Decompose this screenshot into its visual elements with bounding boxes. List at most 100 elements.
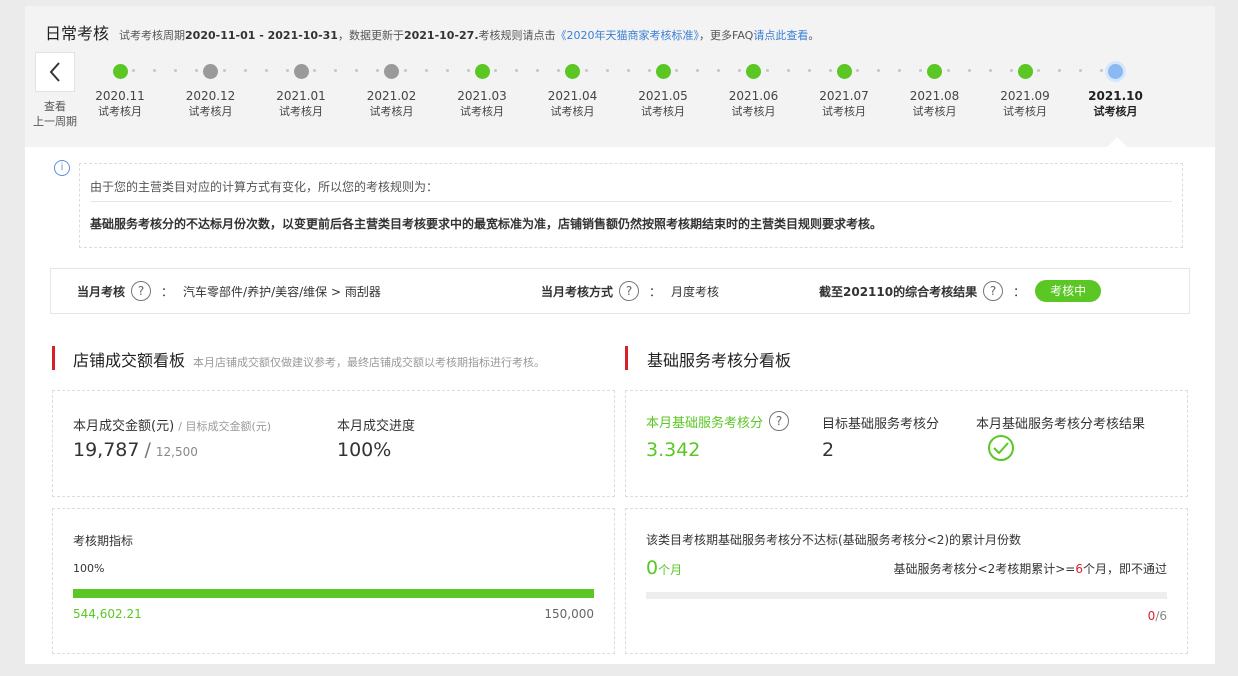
method-label: 当月考核方式 — [541, 284, 614, 299]
summary-bar: 当月考核 ? ： 汽车零部件/养护/美容/维保 > 雨刮器 当月考核方式 ? ：… — [50, 268, 1190, 314]
status-dot — [565, 64, 580, 79]
period-progress-bar — [73, 589, 594, 598]
status-dot — [384, 64, 399, 79]
fail-progress-bar — [646, 592, 1167, 599]
status-dot — [927, 64, 942, 79]
period-range: 2020-11-01 - 2021-10-31 — [185, 29, 338, 42]
timeline-month[interactable]: 2021.10 试考核月 — [1081, 64, 1151, 120]
fail-counter: 0/6 — [1147, 609, 1167, 623]
faq-text: ，更多FAQ — [699, 29, 754, 42]
timeline-month-label: 2021.02 — [366, 89, 417, 103]
status-dot — [203, 64, 218, 79]
status-dot — [1017, 64, 1033, 79]
question-circle-icon[interactable]: ? — [131, 281, 152, 301]
progress-label: 本月成交进度 — [337, 419, 416, 434]
current-month-caret — [1107, 137, 1127, 147]
header-subtitle: 试考考核周期2020-11-01 - 2021-10-31，数据更新于2021-… — [119, 27, 819, 43]
timeline-month-label: 2021.01 — [276, 89, 326, 103]
period-actual: 544,602.21 — [73, 607, 142, 621]
rule-notice: 由于您的主营类目对应的计算方式有变化，所以您的考核规则为： 基础服务考核分的不达… — [79, 163, 1183, 248]
status-badge: 考核中 — [1035, 280, 1102, 302]
timeline-type-label: 试考核月 — [641, 105, 685, 118]
period-progress-fill — [73, 589, 594, 598]
score-value: 3.342 — [646, 439, 701, 461]
period-target: 150,000 — [544, 607, 594, 621]
sales-month-card: 本月成交金额(元) / 目标成交金额(元) 19,787/12,500 本月成交… — [52, 390, 615, 497]
timeline-month-label: 2020.11 — [95, 89, 145, 103]
status-dot — [474, 64, 490, 79]
rule-text: 考核规则请点击 — [478, 29, 556, 42]
method-value: 月度考核 — [671, 284, 720, 299]
period-percent: 100% — [73, 562, 105, 575]
timeline-band: 日常考核 试考考核周期2020-11-01 - 2021-10-31，数据更新于… — [25, 6, 1215, 147]
timeline-type-label: 试考核月 — [369, 105, 414, 118]
timeline-type-label: 试考核月 — [822, 105, 866, 118]
page-title: 日常考核 — [45, 24, 110, 43]
amount-value: 19,787/12,500 — [73, 439, 198, 461]
timeline-month-label: 2020.12 — [185, 89, 236, 103]
service-section-marker — [625, 346, 628, 370]
status-dot — [836, 64, 852, 79]
question-circle-icon[interactable]: ? — [769, 411, 790, 431]
faq-link[interactable]: 请点此查看 — [753, 29, 808, 42]
fail-rule: 基础服务考核分<2考核期累计>=6个月，即不通过 — [893, 562, 1167, 576]
timeline-month-label: 2021.08 — [909, 89, 960, 103]
period-target-card: 考核期指标 100% 544,602.21 150,000 — [52, 508, 615, 654]
timeline-type-label: 试考核月 — [279, 105, 323, 118]
notice-line1: 由于您的主营类目对应的计算方式有变化，所以您的考核规则为： — [90, 180, 439, 194]
fail-months-card: 该类目考核期基础服务考核分不达标(基础服务考核分<2)的累计月份数 0个月 基础… — [625, 508, 1188, 654]
summary-category: 当月考核 ? ： 汽车零部件/养护/美容/维保 > 雨刮器 — [77, 269, 381, 313]
status-dot — [293, 64, 309, 79]
summary-method: 当月考核方式 ? ： 月度考核 — [541, 269, 719, 313]
timeline-type-label: 试考核月 — [1003, 105, 1047, 118]
timeline-type-label: 试考核月 — [460, 105, 504, 118]
timeline-month-label: 2021.07 — [819, 89, 869, 103]
fail-title: 该类目考核期基础服务考核分不达标(基础服务考核分<2)的累计月份数 — [646, 533, 1022, 547]
target-score-value: 2 — [822, 439, 835, 461]
check-circle-icon — [988, 435, 1014, 461]
timeline-type-label: 试考核月 — [550, 105, 595, 118]
sales-section-marker — [52, 346, 55, 370]
amount-label: 本月成交金额(元) / 目标成交金额(元) — [73, 419, 272, 434]
target-score-label: 目标基础服务考核分 — [822, 417, 940, 432]
header: 日常考核 试考考核周期2020-11-01 - 2021-10-31，数据更新于… — [45, 20, 819, 44]
fail-count: 0个月 — [646, 557, 683, 579]
result-label: 截至202110的综合考核结果 — [819, 284, 978, 299]
category-value: 汽车零部件/养护/美容/维保 > 雨刮器 — [183, 284, 381, 299]
timeline-month-label: 2021.04 — [547, 89, 598, 103]
score-result-label: 本月基础服务考核分考核结果 — [976, 417, 1146, 432]
notice-divider — [90, 201, 1172, 202]
previous-period-button[interactable] — [35, 52, 75, 92]
timeline-month-label: 2021.06 — [728, 89, 779, 103]
sales-board-title: 店铺成交额看板 本月店铺成交额仅做建议参考，最终店铺成交额以考核期指标进行考核。 — [73, 351, 546, 370]
status-dot — [655, 64, 671, 79]
question-circle-icon[interactable]: ? — [983, 281, 1004, 301]
period-prefix: 试考考核周期 — [119, 29, 186, 42]
timeline-type-label: 试考核月 — [1093, 105, 1138, 118]
category-label: 当月考核 — [77, 284, 126, 299]
question-circle-icon[interactable]: ? — [619, 281, 640, 301]
timeline-type-label: 试考核月 — [731, 105, 776, 118]
updated-prefix: ，数据更新于 — [337, 29, 404, 42]
progress-value: 100% — [337, 439, 392, 461]
score-label: 本月基础服务考核分? — [646, 411, 790, 431]
service-board-title: 基础服务考核分看板 — [647, 351, 792, 370]
rule-link[interactable]: 《2020年天猫商家考核标准》 — [556, 29, 700, 42]
status-dot — [1108, 64, 1123, 79]
service-score-card: 本月基础服务考核分? 3.342 目标基础服务考核分 2 本月基础服务考核分考核… — [625, 390, 1188, 497]
status-dot — [746, 64, 761, 79]
timeline-type-label: 试考核月 — [912, 105, 957, 118]
assessment-panel: 日常考核 试考考核周期2020-11-01 - 2021-10-31，数据更新于… — [25, 6, 1215, 664]
notice-line2: 基础服务考核分的不达标月份次数，以变更前后各主营类目考核要求中的最宽标准为准，店… — [90, 217, 883, 231]
period-label: 考核期指标 — [73, 534, 134, 548]
chevron-left-icon — [49, 62, 60, 82]
timeline-month-label: 2021.10 — [1088, 89, 1143, 103]
timeline-month-label: 2021.09 — [1000, 89, 1050, 103]
subtitle-end: 。 — [808, 29, 820, 42]
timeline-type-label: 试考核月 — [188, 105, 233, 118]
status-dot — [112, 64, 128, 79]
timeline-month-label: 2021.03 — [457, 89, 507, 103]
sales-board-note: 本月店铺成交额仅做建议参考，最终店铺成交额以考核期指标进行考核。 — [193, 356, 546, 369]
summary-result: 截至202110的综合考核结果 ? ： 考核中 — [819, 269, 1102, 313]
previous-period-label[interactable]: 查看 上一周期 — [25, 99, 85, 129]
